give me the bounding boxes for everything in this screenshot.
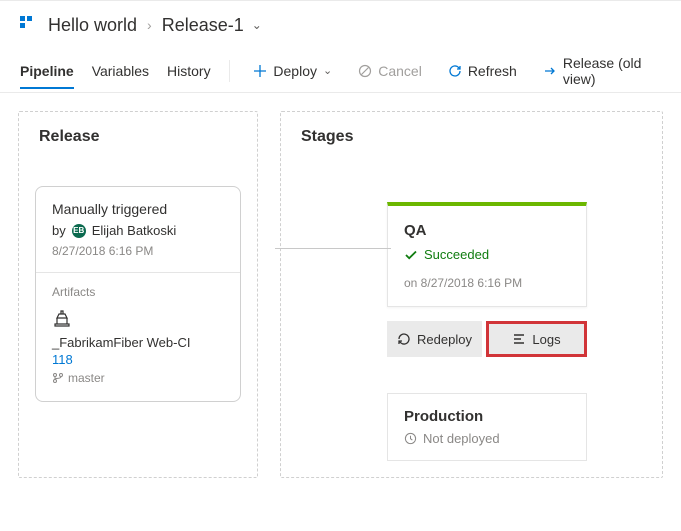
external-icon [543,64,557,78]
cancel-icon [358,64,372,78]
redeploy-label: Redeploy [417,332,472,347]
artifact-branch: master [52,371,224,385]
redeploy-button[interactable]: Redeploy [387,321,482,357]
stage-qa[interactable]: QA Succeeded on 8/27/2018 6:16 PM [387,202,587,307]
old-view-label: Release (old view) [563,55,655,87]
breadcrumb-release[interactable]: Release-1 [162,15,244,36]
stages-heading: Stages [301,128,646,146]
stages-panel: Stages QA Succeeded on 8/27/2018 6:16 PM [280,111,663,478]
toolbar: Pipeline Variables History Deploy ⌄ Canc… [0,49,681,93]
deploy-label: Deploy [273,63,317,79]
stage-prod-status: Not deployed [404,431,570,446]
artifact-build-link[interactable]: 118 [52,352,224,367]
release-heading: Release [39,128,241,146]
artifacts-header: Artifacts [52,285,224,299]
tab-bar: Pipeline Variables History [20,53,211,89]
branch-name: master [68,371,105,385]
stage-qa-status: Succeeded [404,247,570,262]
breadcrumb: Hello world › Release-1 ⌄ [0,1,681,49]
artifact-icon [52,309,224,329]
stage-qa-status-label: Succeeded [424,247,489,262]
trigger-timestamp: 8/27/2018 6:16 PM [52,244,224,258]
user-name: Elijah Batkoski [92,223,177,238]
by-prefix: by [52,223,66,238]
stage-qa-actions: Redeploy Logs [387,321,587,357]
release-panel: Release Manually triggered by EB Elijah … [18,111,258,478]
release-card[interactable]: Manually triggered by EB Elijah Batkoski… [35,186,241,402]
trigger-title: Manually triggered [52,201,224,217]
chevron-down-icon[interactable]: ⌄ [252,18,262,32]
clock-icon [404,432,417,445]
app-icon [20,16,38,34]
deploy-button[interactable]: Deploy ⌄ [247,59,338,83]
refresh-button[interactable]: Refresh [442,59,523,83]
branch-icon [52,372,64,384]
chevron-down-icon: ⌄ [323,64,332,77]
redeploy-icon [397,332,411,346]
tab-pipeline[interactable]: Pipeline [20,53,74,89]
connector-line [275,248,391,249]
stage-production[interactable]: Production Not deployed [387,393,587,461]
old-view-button[interactable]: Release (old view) [537,51,661,91]
divider [229,60,230,82]
stage-prod-status-label: Not deployed [423,431,500,446]
refresh-icon [448,64,462,78]
cancel-button: Cancel [352,59,428,83]
trigger-by: by EB Elijah Batkoski [52,223,224,238]
tab-variables[interactable]: Variables [92,53,149,89]
stage-qa-timestamp: on 8/27/2018 6:16 PM [404,276,570,290]
stage-qa-name: QA [404,222,570,239]
check-icon [404,248,418,262]
chevron-right-icon: › [147,17,152,33]
breadcrumb-root[interactable]: Hello world [48,15,137,36]
logs-label: Logs [532,332,560,347]
avatar: EB [72,224,86,238]
logs-icon [512,332,526,346]
stage-prod-name: Production [404,408,570,425]
logs-button[interactable]: Logs [486,321,587,357]
refresh-label: Refresh [468,63,517,79]
tab-history[interactable]: History [167,53,211,89]
artifact-name: _FabrikamFiber Web-CI [52,335,224,350]
plus-icon [253,64,267,78]
cancel-label: Cancel [378,63,422,79]
